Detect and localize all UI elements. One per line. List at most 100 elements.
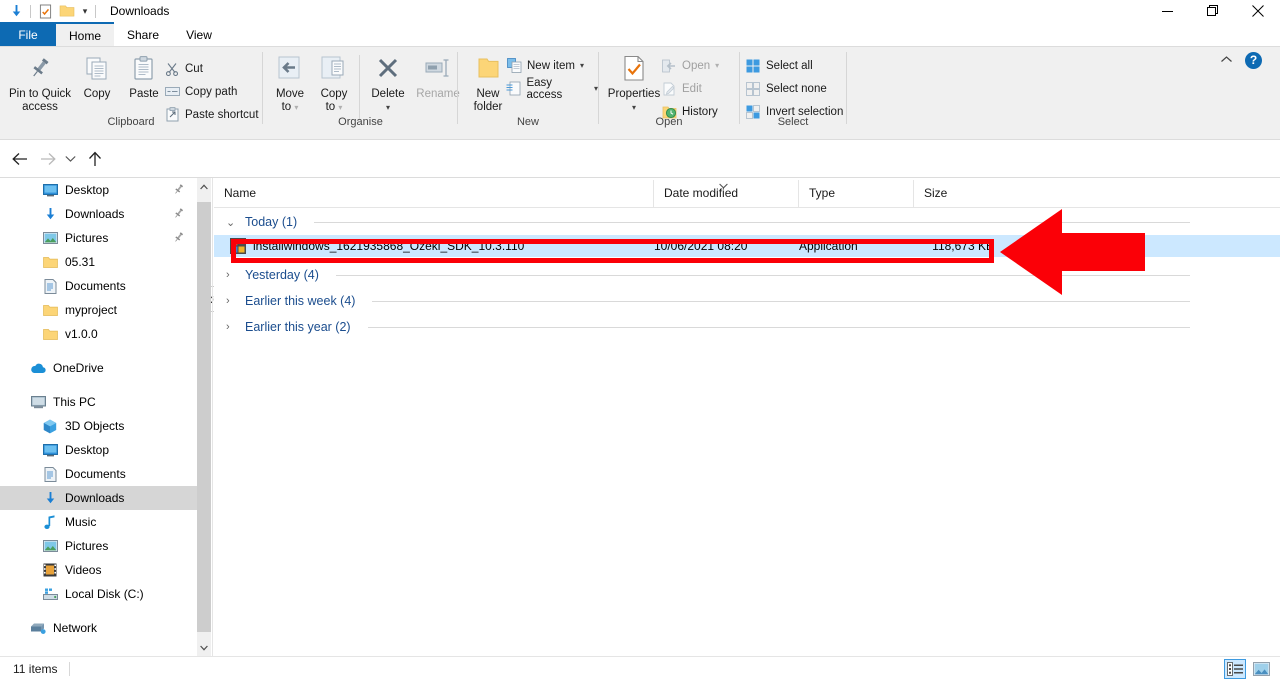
close-button[interactable] <box>1235 0 1280 22</box>
sidebar-item-desktop[interactable]: Desktop <box>0 438 197 462</box>
column-header-name[interactable]: Name <box>214 180 653 207</box>
sidebar-item-0531[interactable]: 05.31 <box>0 250 197 274</box>
ribbon-tabs: File Home Share View <box>0 22 1280 48</box>
tab-share[interactable]: Share <box>114 22 172 48</box>
copy-path-icon <box>164 84 180 100</box>
easy-access-icon <box>506 81 521 97</box>
open-button[interactable]: Open ▾ <box>661 55 719 76</box>
properties-icon[interactable] <box>34 1 56 21</box>
move-to-label: Move to ▾ <box>275 88 305 113</box>
downloads-icon[interactable] <box>5 1 27 21</box>
item-count-label: 11 items <box>13 661 58 676</box>
properties-button[interactable]: Properties ▾ <box>601 51 667 114</box>
divider <box>359 55 360 119</box>
properties-icon <box>622 51 646 85</box>
sidebar-item-pictures-qa[interactable]: Pictures <box>0 226 197 250</box>
column-header-type[interactable]: Type <box>798 180 913 207</box>
new-item-button[interactable]: New item ▾ <box>506 55 584 76</box>
pin-icon[interactable] <box>172 183 185 196</box>
divider <box>846 52 847 124</box>
move-to-icon <box>276 51 304 85</box>
paste-button[interactable]: Paste <box>118 51 170 101</box>
new-folder-icon <box>475 51 501 85</box>
collapse-ribbon-button[interactable] <box>1221 55 1232 66</box>
sidebar-label: 05.31 <box>65 255 96 269</box>
maximize-button[interactable] <box>1190 0 1235 22</box>
copy-button[interactable]: Copy <box>72 51 122 101</box>
up-button[interactable] <box>83 147 107 171</box>
ribbon-group-select: Select all Select none Invert selection … <box>740 47 846 129</box>
edit-button[interactable]: Edit <box>661 78 702 99</box>
easy-access-label: Easy access <box>526 76 563 101</box>
sidebar-item-pictures[interactable]: Pictures <box>0 534 197 558</box>
sidebar-item-downloads[interactable]: Downloads <box>0 486 197 510</box>
select-all-label: Select all <box>766 59 813 72</box>
chevron-down-icon[interactable]: ▾ <box>715 61 719 70</box>
scroll-down-icon[interactable] <box>197 639 211 656</box>
window-title: Downloads <box>110 4 170 18</box>
chevron-down-icon[interactable]: ⌄ <box>226 216 236 229</box>
details-view-button[interactable] <box>1224 659 1246 679</box>
minimize-button[interactable] <box>1145 0 1190 22</box>
scrollbar-thumb[interactable] <box>197 202 211 632</box>
file-name-cell[interactable]: installwindows_1621935868_Ozeki_SDK_10.3… <box>230 238 524 254</box>
sidebar-item-this-pc[interactable]: This PC <box>0 390 197 414</box>
sidebar-item-videos[interactable]: Videos <box>0 558 197 582</box>
sidebar-label: myproject <box>65 303 118 317</box>
chevron-down-icon[interactable]: ▾ <box>580 61 584 70</box>
copy-path-button[interactable]: Copy path <box>164 81 237 102</box>
sidebar-item-documents[interactable]: Documents <box>0 462 197 486</box>
desktop-icon <box>42 442 58 458</box>
sidebar-item-downloads-qa[interactable]: Downloads <box>0 202 197 226</box>
sidebar-item-3d-objects[interactable]: 3D Objects <box>0 414 197 438</box>
window-controls <box>1145 0 1280 22</box>
forward-button[interactable] <box>36 147 60 171</box>
group-header-earlier-this-year[interactable]: › Earlier this year (2) <box>214 314 1280 340</box>
sidebar-scrollbar[interactable] <box>197 178 211 656</box>
sidebar-item-onedrive[interactable]: OneDrive <box>0 356 197 380</box>
cut-button[interactable]: Cut <box>164 58 203 79</box>
sidebar-item-music[interactable]: Music <box>0 510 197 534</box>
application-exe-icon <box>230 238 246 254</box>
help-button[interactable]: ? <box>1245 52 1262 69</box>
pin-icon[interactable] <box>172 207 185 220</box>
sidebar-item-network[interactable]: Network <box>0 616 197 640</box>
delete-label: Delete ▾ <box>371 88 405 112</box>
copy-to-button[interactable]: Copy to ▾ <box>311 51 357 114</box>
sidebar-item-v100[interactable]: v1.0.0 <box>0 322 197 346</box>
folder-icon[interactable] <box>56 1 78 21</box>
sidebar-item-documents-qa[interactable]: Documents <box>0 274 197 298</box>
select-all-button[interactable]: Select all <box>745 55 813 76</box>
pane-divider[interactable] <box>212 178 213 656</box>
chevron-right-icon[interactable]: › <box>226 295 236 307</box>
sidebar-item-desktop-qa[interactable]: Desktop <box>0 178 197 202</box>
edit-icon <box>661 81 677 97</box>
move-to-button[interactable]: Move to ▾ <box>267 51 313 114</box>
large-icons-view-button[interactable] <box>1250 659 1272 679</box>
file-type-cell: Application <box>799 239 858 253</box>
tab-view[interactable]: View <box>172 22 226 48</box>
sidebar-item-myproject[interactable]: myproject <box>0 298 197 322</box>
pin-to-quick-access-button[interactable]: Pin to Quick access <box>6 51 74 113</box>
pin-icon[interactable] <box>172 231 185 244</box>
sidebar-item-local-disk[interactable]: Local Disk (C:) <box>0 582 197 606</box>
back-button[interactable] <box>8 147 32 171</box>
ribbon-group-organise: Move to ▾ Copy to ▾ Delete ▾ Rename Orga… <box>263 47 460 129</box>
music-icon <box>42 514 58 530</box>
recent-locations-button[interactable] <box>61 147 79 171</box>
chevron-right-icon[interactable]: › <box>226 269 236 281</box>
select-none-button[interactable]: Select none <box>745 78 827 99</box>
sidebar-label: Network <box>53 621 98 635</box>
tab-home[interactable]: Home <box>56 22 114 48</box>
delete-button[interactable]: Delete ▾ <box>362 51 414 114</box>
edit-label: Edit <box>682 82 702 95</box>
scroll-up-icon[interactable] <box>197 178 211 195</box>
column-header-size[interactable]: Size <box>913 180 995 207</box>
chevron-right-icon[interactable]: › <box>226 321 236 333</box>
paste-icon <box>131 51 157 85</box>
easy-access-button[interactable]: Easy access ▾ <box>506 76 598 101</box>
chevron-down-icon[interactable]: ▾ <box>78 1 92 21</box>
copy-label: Copy <box>83 88 111 100</box>
group-label-new: New <box>516 116 539 128</box>
tab-file[interactable]: File <box>0 22 56 48</box>
